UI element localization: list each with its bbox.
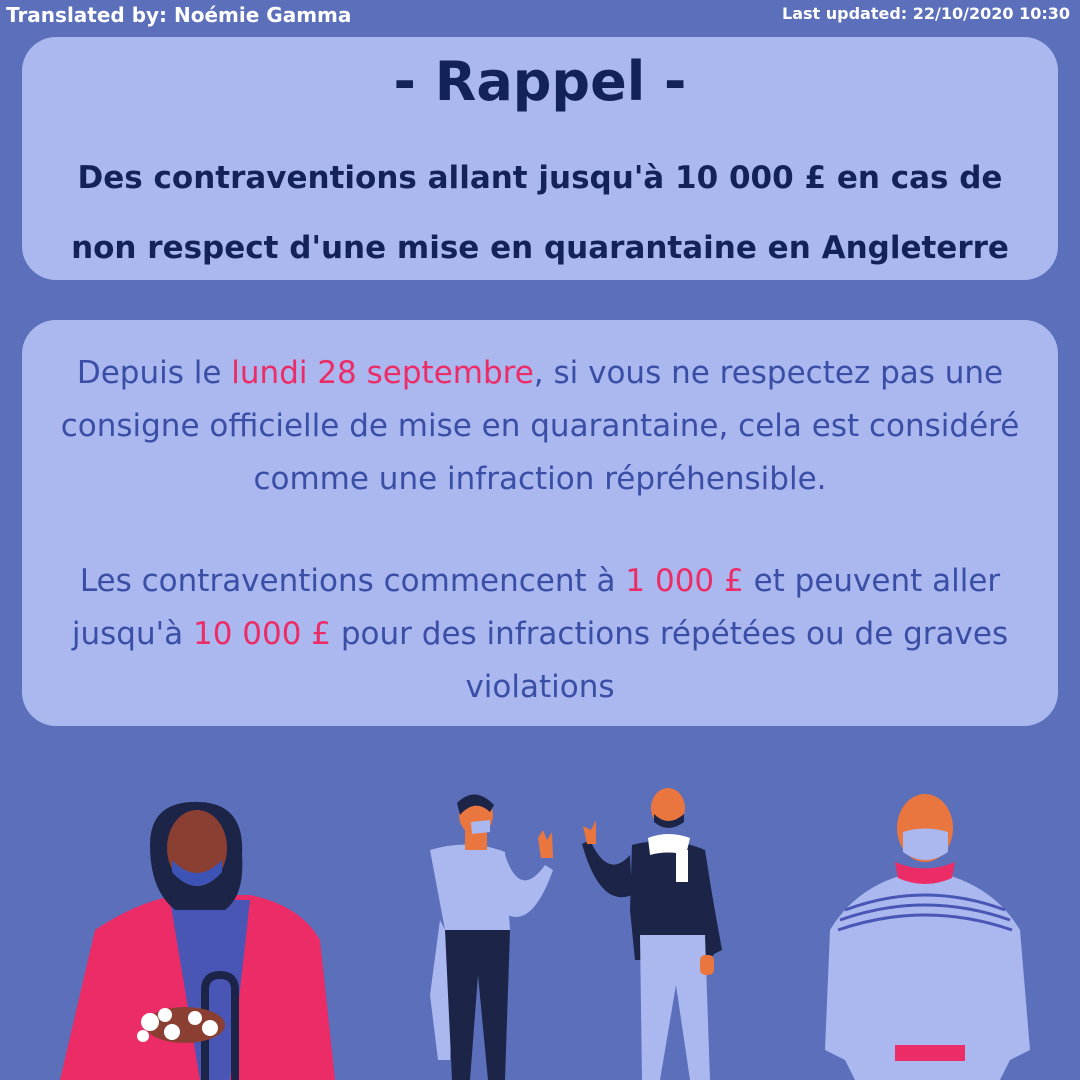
info-paragraph-date: Depuis le lundi 28 septembre, si vous ne… (60, 347, 1020, 506)
people-illustration (60, 788, 1030, 1080)
date-intro: Depuis le (76, 355, 232, 391)
man-with-scarf-waving-icon (582, 788, 722, 1080)
fine-min-highlight: 1 000 £ (625, 563, 744, 599)
man-in-sweater-icon (825, 794, 1030, 1080)
reminder-subtitle: Des contraventions allant jusqu'à 10 000… (71, 160, 1009, 266)
translator-credit: Translated by: Noémie Gamma (6, 3, 352, 27)
fines-intro: Les contraventions commencent à (79, 563, 626, 599)
man-in-mask-waving-icon (430, 794, 553, 1080)
woman-washing-hands-icon (60, 801, 335, 1080)
fines-rest: pour des infractions répétées ou de grav… (331, 616, 1009, 705)
date-highlight: lundi 28 septembre (231, 355, 534, 391)
info-paragraph-fines: Les contraventions commencent à 1 000 £ … (60, 555, 1020, 714)
fine-max-highlight: 10 000 £ (192, 616, 332, 652)
last-updated: Last updated: 22/10/2020 10:30 (782, 4, 1070, 23)
page-title: - Rappel - (393, 50, 687, 113)
